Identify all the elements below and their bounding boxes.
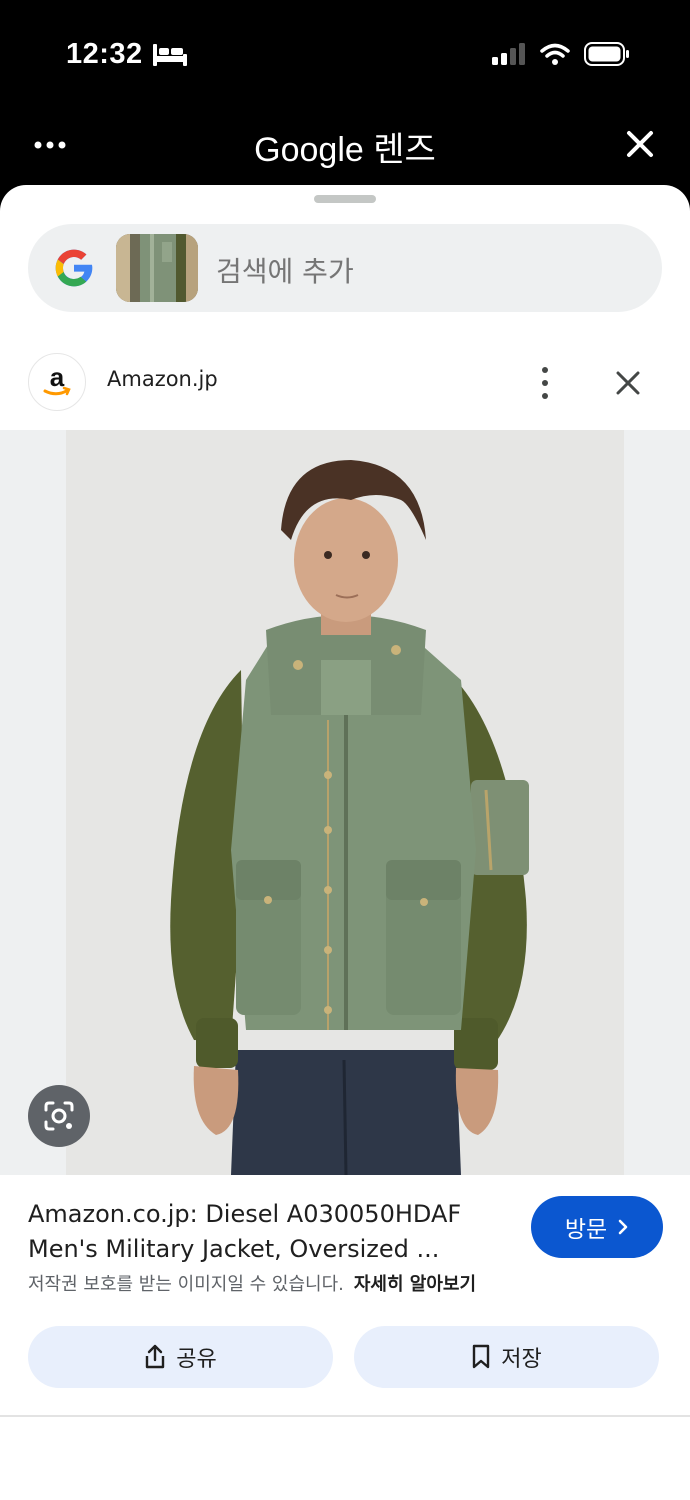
source-favicon: a	[28, 353, 86, 411]
svg-text:a: a	[50, 364, 65, 392]
divider	[0, 1415, 690, 1417]
lens-header: Google 렌즈	[0, 110, 690, 185]
share-label: 공유	[176, 1347, 217, 1372]
result-title[interactable]: Amazon.co.jp: Diesel A030050HDAF Men's M…	[28, 1197, 498, 1267]
search-thumbnail[interactable]	[116, 234, 198, 302]
result-title-line-2: Men's Military Jacket, Oversized ...	[28, 1235, 440, 1263]
results-sheet: 검색에 추가 a Amazon.jp Amazon.co.jp: Diesel …	[0, 185, 690, 1500]
search-placeholder: 검색에 추가	[216, 255, 354, 288]
google-g-icon	[55, 249, 93, 287]
battery-icon	[584, 42, 629, 66]
source-name[interactable]: Amazon.jp	[107, 367, 218, 391]
result-image-area	[0, 430, 690, 1175]
visit-button[interactable]: 방문	[531, 1196, 663, 1258]
chevron-right-icon	[618, 1219, 628, 1235]
learn-more-link[interactable]: 자세히 알아보기	[354, 1274, 476, 1295]
signal-icon	[492, 43, 525, 65]
lens-search-button[interactable]	[28, 1085, 90, 1147]
close-icon	[616, 371, 640, 395]
save-button[interactable]: 저장	[354, 1326, 659, 1388]
result-title-line-1: Amazon.co.jp: Diesel A030050HDAF	[28, 1200, 462, 1228]
product-image[interactable]	[66, 430, 624, 1175]
product-photo	[66, 430, 624, 1175]
bed-icon	[153, 44, 187, 66]
copyright-notice: 저작권 보호를 받는 이미지일 수 있습니다. 자세히 알아보기	[28, 1270, 476, 1296]
source-more-button[interactable]	[530, 363, 560, 403]
bookmark-icon	[473, 1344, 490, 1369]
close-button[interactable]	[620, 124, 660, 164]
save-label: 저장	[501, 1347, 542, 1372]
wifi-icon	[540, 43, 570, 65]
lens-camera-icon	[44, 1101, 74, 1131]
add-to-search-bar[interactable]: 검색에 추가	[28, 224, 662, 312]
status-bar: 12:32	[0, 0, 690, 110]
status-time: 12:32	[66, 38, 143, 70]
close-icon	[627, 131, 653, 157]
source-close-button[interactable]	[610, 365, 646, 401]
share-icon	[146, 1344, 165, 1369]
more-vertical-icon	[542, 367, 548, 373]
source-row: a Amazon.jp	[0, 353, 690, 415]
amazon-icon: a	[43, 364, 71, 396]
drag-handle[interactable]	[314, 195, 376, 203]
share-button[interactable]: 공유	[28, 1326, 333, 1388]
page-title: Google 렌즈	[254, 131, 436, 169]
visit-label: 방문	[564, 1217, 608, 1243]
copyright-text: 저작권 보호를 받는 이미지일 수 있습니다.	[28, 1274, 344, 1295]
